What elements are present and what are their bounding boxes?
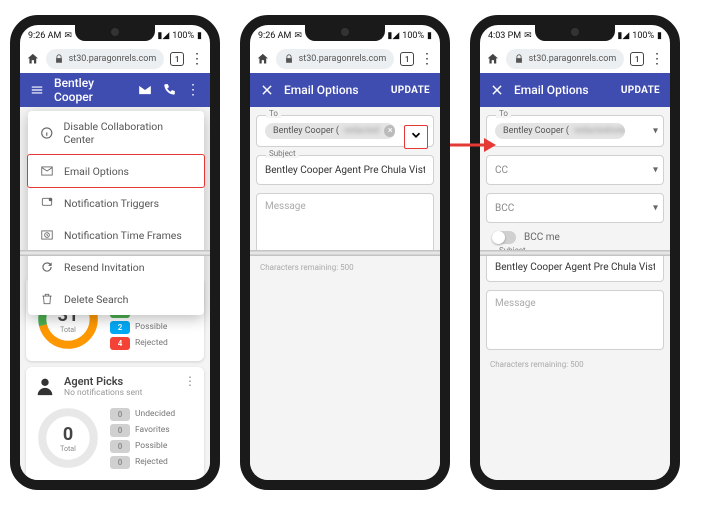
- picks-legend: 0Undecided 0Favorites 0Possible 0Rejecte…: [110, 408, 175, 469]
- browser-menu-icon[interactable]: ⋮: [190, 52, 204, 66]
- picks-subtitle: No notifications sent: [64, 388, 176, 398]
- app-bar: Bentley Cooper ⋮: [20, 73, 210, 107]
- content-area: To Bentley Cooper (redactedredact × ▾ CC…: [480, 107, 670, 480]
- remove-chip-icon[interactable]: ×: [384, 125, 395, 137]
- signal-icon: ▮◢: [157, 31, 169, 41]
- recipient-chip[interactable]: Bentley Cooper (redactedredact ×: [495, 123, 625, 139]
- bcc-field[interactable]: BCC ▾: [486, 193, 664, 223]
- phone-1: 9:26 AM✉ ⚲▮◢100%▮ st30.paragonrels.com 1…: [10, 15, 220, 490]
- subject-field[interactable]: Subject Bentley Cooper Agent Pre Chula V…: [256, 155, 434, 185]
- chip-possible[interactable]: 2: [110, 321, 130, 334]
- app-bar: Email Options UPDATE: [480, 73, 670, 107]
- mail-icon[interactable]: [138, 83, 152, 97]
- page-title: Email Options: [284, 83, 381, 97]
- fold-hinge: [478, 250, 672, 256]
- menu-notification-frames[interactable]: Notification Time Frames: [28, 219, 204, 251]
- clock-icon: [40, 228, 54, 242]
- picks-overflow-icon[interactable]: ⋮: [184, 375, 196, 387]
- phone-3: 4:03 PM✉ ⚲▮◢100%▮ st30.paragonrels.com 1…: [470, 15, 680, 490]
- update-button[interactable]: UPDATE: [621, 85, 660, 96]
- menu-notification-triggers[interactable]: Notification Triggers: [28, 187, 204, 219]
- tab-count[interactable]: 1: [170, 52, 184, 66]
- cc-field[interactable]: CC ▾: [486, 155, 664, 185]
- collapse-recipients-icon[interactable]: ▾: [653, 126, 658, 137]
- chat-icon: ✉: [294, 31, 302, 41]
- home-icon[interactable]: [486, 52, 500, 66]
- chat-icon: ✉: [64, 31, 72, 41]
- page-title: Bentley Cooper: [54, 76, 128, 104]
- chevron-down-icon[interactable]: ▾: [653, 203, 658, 214]
- browser-menu-icon[interactable]: ⋮: [420, 52, 434, 66]
- toggle-switch[interactable]: [492, 231, 516, 244]
- lock-icon: [514, 54, 524, 64]
- context-menu: Disable Collaboration Center Email Optio…: [28, 111, 204, 315]
- url-bar[interactable]: st30.paragonrels.com: [276, 49, 395, 69]
- agent-picks-card: Agent Picks No notifications sent ⋮ 0Tot…: [26, 367, 204, 480]
- phone-2: 9:26 AM✉ ⚲▮◢100%▮ st30.paragonrels.com 1…: [240, 15, 450, 490]
- app-bar: Email Options UPDATE: [250, 73, 440, 107]
- close-icon[interactable]: [260, 83, 274, 97]
- home-icon[interactable]: [256, 52, 270, 66]
- menu-resend-invitation[interactable]: Resend Invitation: [28, 251, 204, 283]
- page-title: Email Options: [514, 83, 611, 97]
- mail-icon: [40, 164, 54, 178]
- url-text: st30.paragonrels.com: [69, 54, 157, 64]
- refresh-icon: [40, 260, 54, 274]
- browser-bar: st30.paragonrels.com 1 ⋮: [480, 45, 670, 73]
- chevron-down-icon[interactable]: ▾: [653, 165, 658, 176]
- bell-badge-icon: [40, 196, 54, 210]
- overflow-icon[interactable]: ⋮: [186, 83, 200, 97]
- tab-count[interactable]: 1: [630, 52, 644, 66]
- to-field[interactable]: To Bentley Cooper (redactedredact × ▾: [486, 115, 664, 147]
- menu-delete-search[interactable]: Delete Search: [28, 283, 204, 315]
- expand-recipients-icon[interactable]: [404, 125, 428, 149]
- chip-rejected[interactable]: 4: [110, 337, 130, 350]
- home-icon[interactable]: [26, 52, 40, 66]
- picks-donut: 0Total: [34, 404, 102, 472]
- content-area: To Bentley Cooper (redacted × Subject Be…: [250, 107, 440, 480]
- phone-icon[interactable]: [162, 83, 176, 97]
- to-field[interactable]: To Bentley Cooper (redacted ×: [256, 115, 434, 147]
- lock-icon: [54, 54, 64, 64]
- hamburger-icon[interactable]: [30, 83, 44, 97]
- battery-pct: 100%: [172, 31, 194, 41]
- chars-remaining: Characters remaining: 500: [250, 261, 440, 274]
- fold-hinge: [18, 250, 212, 256]
- browser-bar: st30.paragonrels.com 1 ⋮: [250, 45, 440, 73]
- browser-menu-icon[interactable]: ⋮: [650, 52, 664, 66]
- picks-title: Agent Picks: [64, 375, 176, 388]
- battery-icon: ▮: [197, 31, 202, 41]
- fold-hinge: [248, 250, 442, 256]
- browser-bar: st30.paragonrels.com 1 ⋮: [20, 45, 210, 73]
- message-field[interactable]: Message: [486, 290, 664, 350]
- info-icon: [40, 126, 54, 140]
- subject-field[interactable]: Subject Bentley Cooper Agent Pre Chula V…: [486, 252, 664, 282]
- camera-notch: [75, 25, 155, 41]
- camera-notch: [305, 25, 385, 41]
- menu-disable-collab[interactable]: Disable Collaboration Center: [28, 111, 204, 155]
- tab-count[interactable]: 1: [400, 52, 414, 66]
- url-bar[interactable]: st30.paragonrels.com: [506, 49, 625, 69]
- chars-remaining: Characters remaining: 500: [480, 358, 670, 371]
- trash-icon: [40, 292, 54, 306]
- bcc-me-toggle[interactable]: BCC me: [492, 231, 658, 244]
- status-time: 9:26 AM: [28, 31, 61, 41]
- update-button[interactable]: UPDATE: [391, 85, 430, 96]
- recipient-chip[interactable]: Bentley Cooper (redacted ×: [265, 123, 395, 139]
- agent-icon: [34, 375, 56, 397]
- content-area: Disable Collaboration Center Email Optio…: [20, 107, 210, 480]
- message-field[interactable]: Message: [256, 193, 434, 253]
- close-icon[interactable]: [490, 83, 504, 97]
- url-bar[interactable]: st30.paragonrels.com: [46, 49, 165, 69]
- camera-notch: [535, 25, 615, 41]
- lock-icon: [284, 54, 294, 64]
- flow-arrow-icon: [448, 136, 496, 158]
- menu-email-options[interactable]: Email Options: [27, 154, 205, 188]
